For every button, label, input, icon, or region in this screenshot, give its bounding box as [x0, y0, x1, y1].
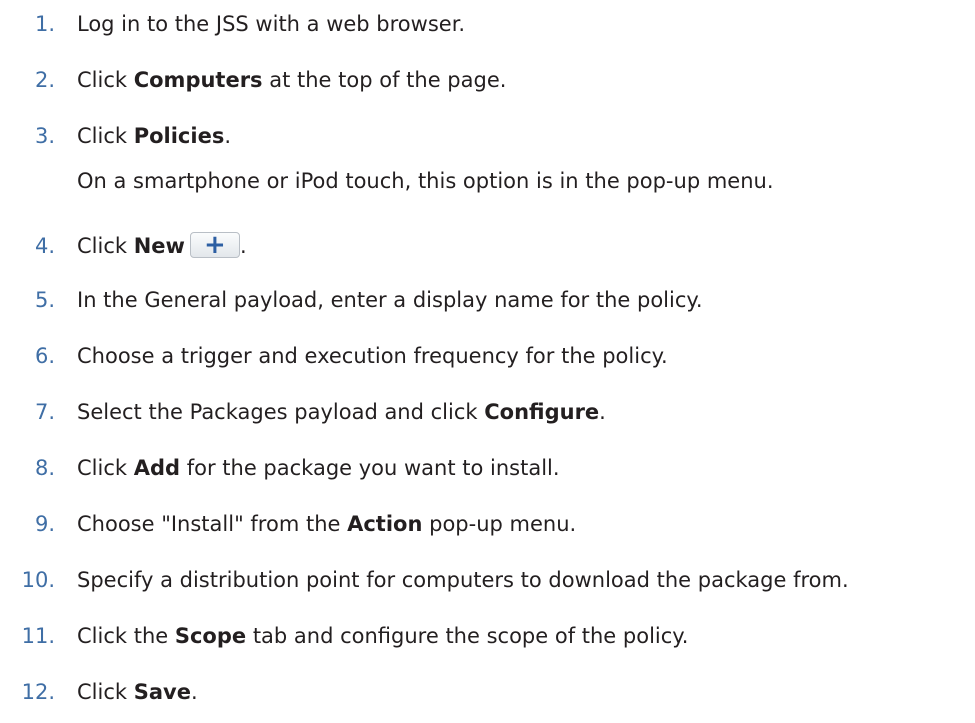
- ui-term-policies: Policies: [133, 124, 225, 148]
- step-number: 3.: [34, 124, 55, 148]
- step-number: 7.: [34, 400, 55, 424]
- step-number: 10.: [21, 568, 55, 592]
- ui-term-action: Action: [347, 512, 423, 536]
- step-number: 5.: [34, 288, 55, 312]
- step-number: 8.: [34, 456, 55, 480]
- step-number: 6.: [34, 344, 55, 368]
- step-number: 11.: [21, 624, 55, 648]
- step-text: Select the Packages payload and click Co…: [77, 400, 606, 424]
- ui-term-computers: Computers: [133, 68, 263, 92]
- ui-term-new: New: [133, 234, 185, 258]
- step-text: Click Add for the package you want to in…: [77, 456, 560, 480]
- ui-term-save: Save: [133, 680, 191, 704]
- step-text: Specify a distribution point for compute…: [77, 568, 849, 592]
- step-text: Click the Scope tab and configure the sc…: [77, 624, 689, 648]
- ui-term-scope: Scope: [174, 624, 247, 648]
- instruction-steps: 1. Log in to the JSS with a web browser.…: [0, 0, 975, 723]
- ui-term-configure: Configure: [484, 400, 600, 424]
- step-text: In the General payload, enter a display …: [77, 288, 703, 312]
- step-text: Click Save.: [77, 680, 198, 704]
- step-number: 1.: [34, 12, 55, 36]
- step-number: 2.: [34, 68, 55, 92]
- step-text: Click New +.: [77, 230, 247, 260]
- step-text: Choose a trigger and execution frequency…: [77, 344, 668, 368]
- step-text: Click Computers at the top of the page.: [77, 68, 507, 92]
- plus-icon: +: [204, 230, 226, 260]
- step-number: 12.: [21, 680, 55, 704]
- step-text: Log in to the JSS with a web browser.: [77, 12, 466, 36]
- step-note: On a smartphone or iPod touch, this opti…: [77, 169, 774, 193]
- step-number: 9.: [34, 512, 55, 536]
- step-text: Choose "Install" from the Action pop-up …: [77, 512, 577, 536]
- ui-term-add: Add: [133, 456, 181, 480]
- step-number: 4.: [34, 234, 55, 258]
- step-text: Click Policies.: [77, 124, 232, 148]
- new-button-image: +: [189, 230, 240, 260]
